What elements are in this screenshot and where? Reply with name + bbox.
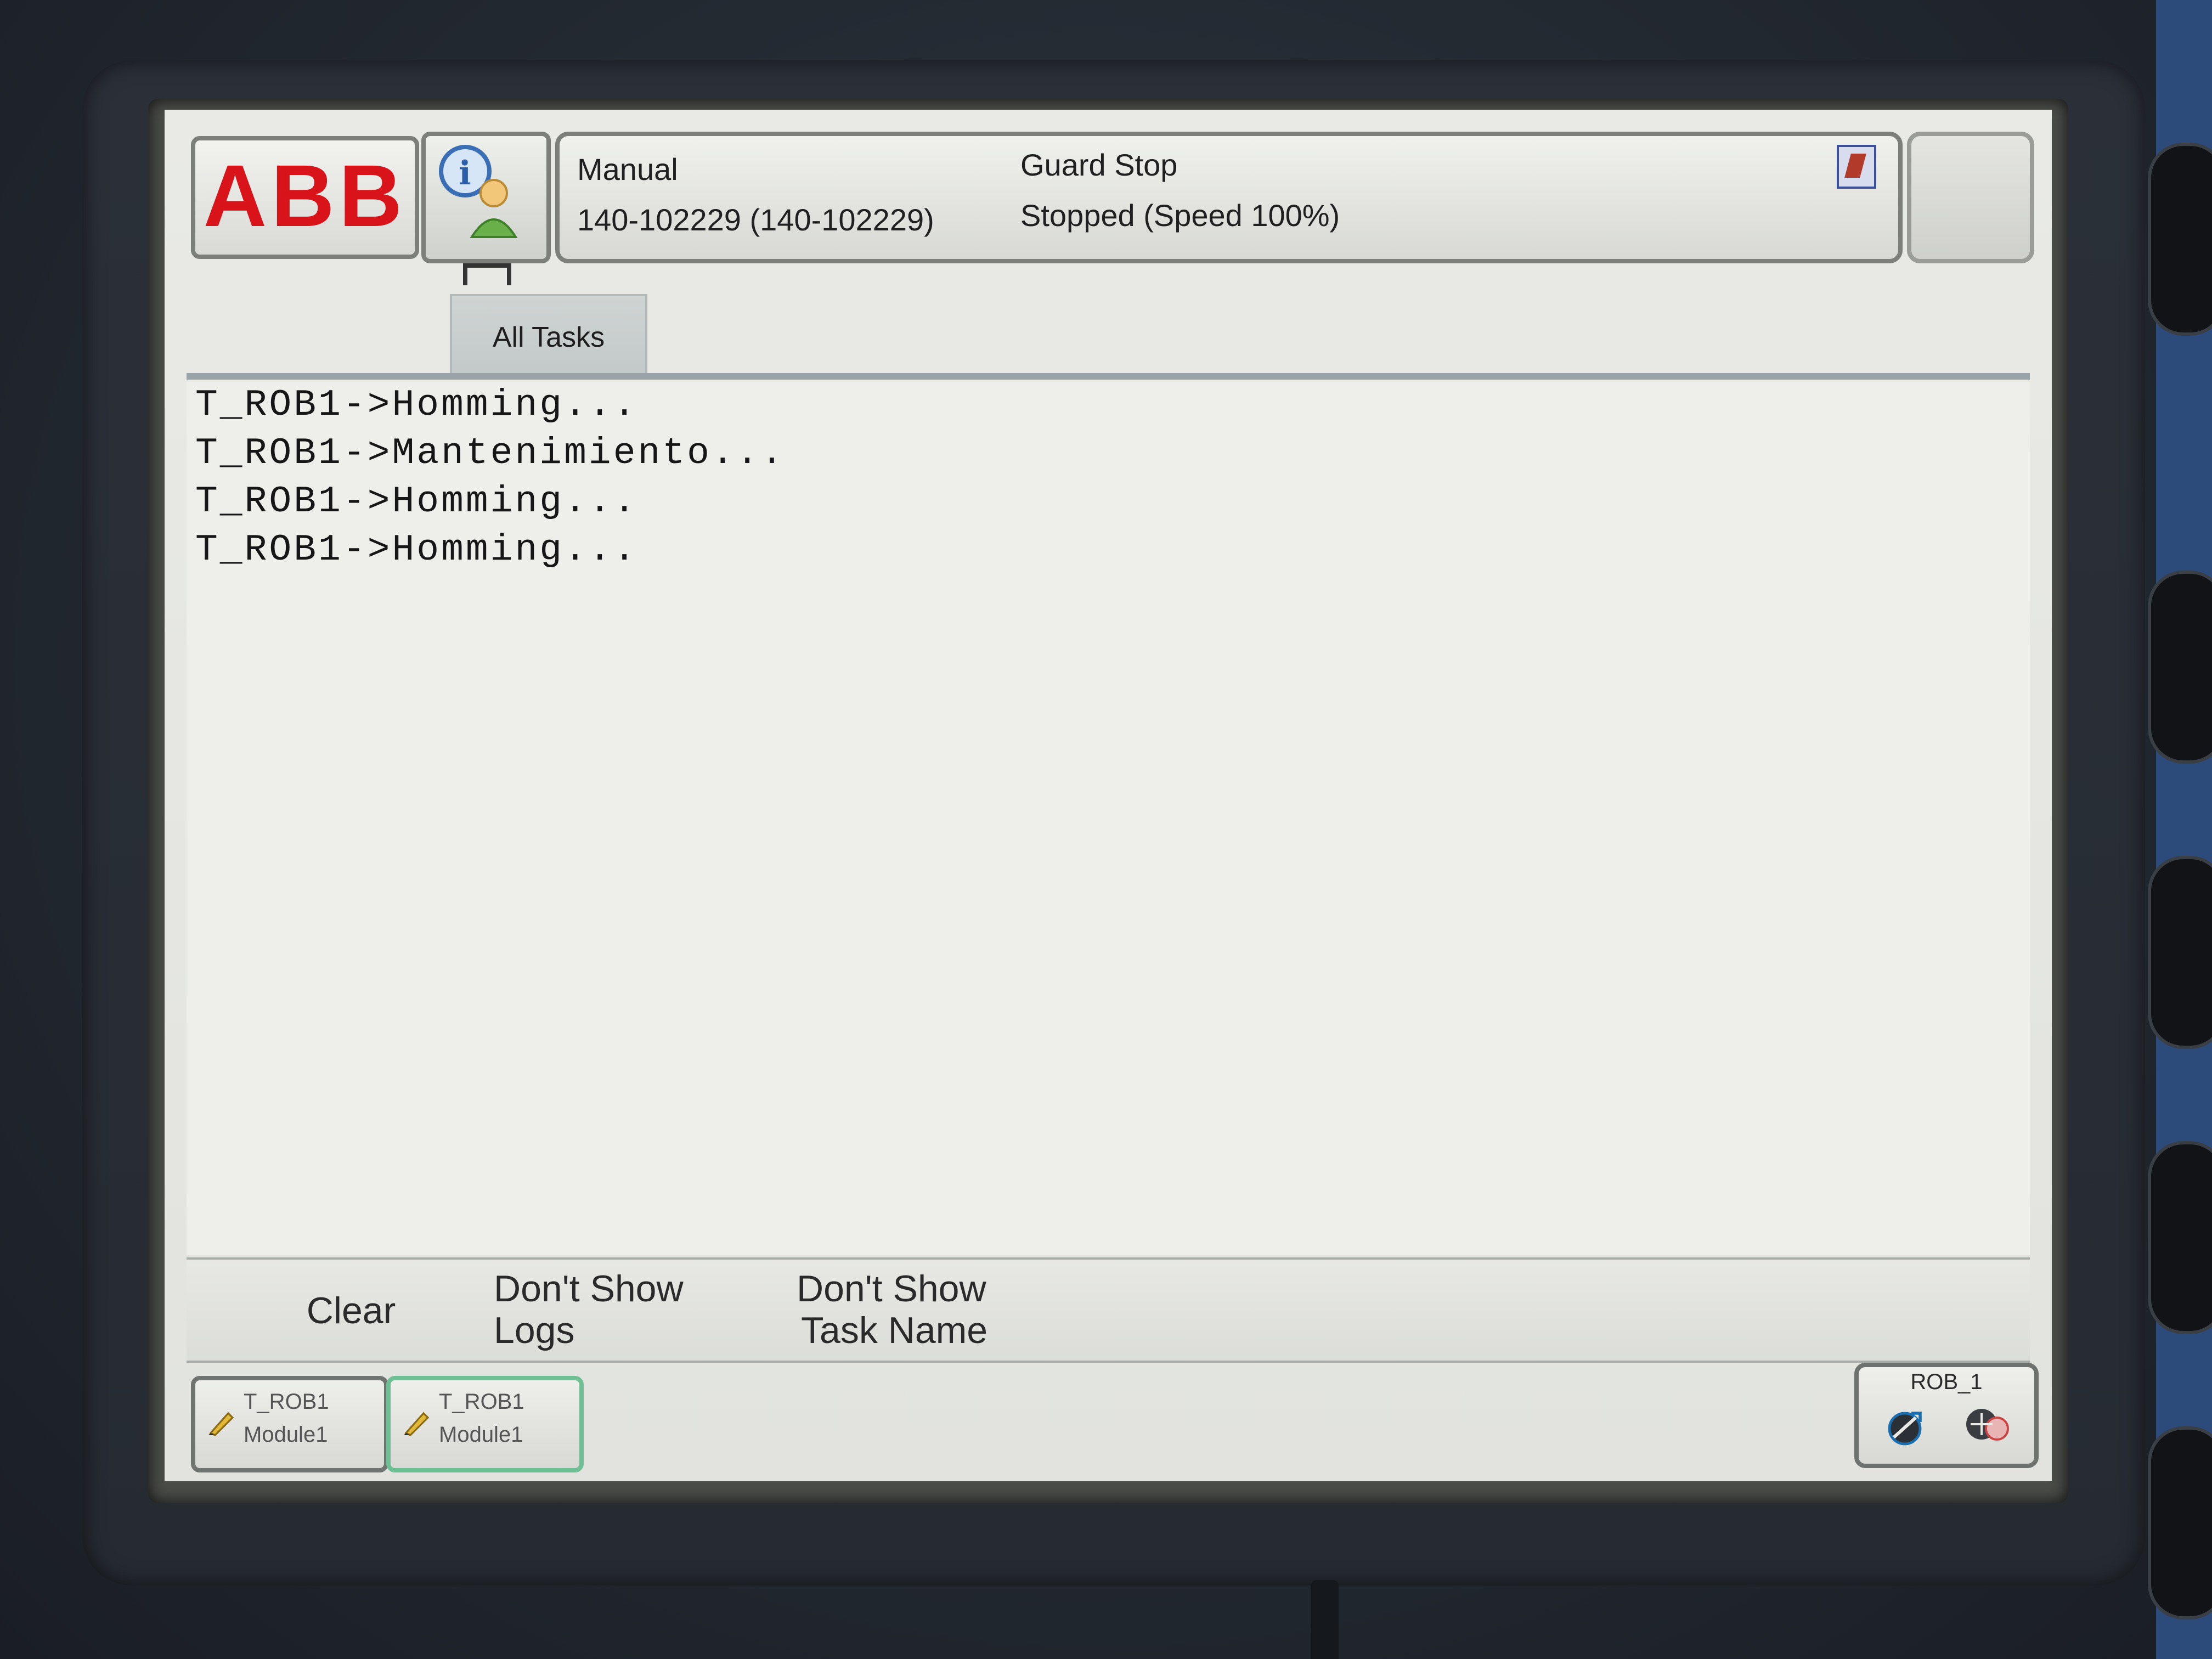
tab-label: All Tasks — [492, 319, 605, 352]
task-name: T_ROB1 — [244, 1391, 329, 1415]
dont-show-logs-line2: Logs — [494, 1310, 575, 1352]
mechanical-unit-button[interactable]: ROB_1 — [1854, 1363, 2039, 1468]
dont-show-task-name-button[interactable]: Don't Show Task Name — [797, 1260, 1082, 1361]
quickset-button[interactable] — [1907, 132, 2034, 263]
close-window-icon[interactable] — [1837, 145, 1876, 189]
taskbar-item-t-rob1-module1-active[interactable]: T_ROB1 Module1 — [386, 1376, 584, 1472]
safety-state: Guard Stop — [1020, 147, 1178, 182]
operating-mode: Manual — [577, 151, 678, 187]
hardware-key-2[interactable] — [2148, 571, 2212, 764]
abb-menu-button[interactable]: ABB — [191, 136, 419, 259]
tool-coordinate-icon — [1966, 1409, 2009, 1441]
robot-joint-icon — [1888, 1412, 1922, 1446]
hardware-key-5[interactable] — [2148, 1426, 2212, 1620]
clear-button[interactable]: Clear — [230, 1260, 472, 1361]
clear-label: Clear — [306, 1289, 396, 1331]
tab-all-tasks[interactable]: All Tasks — [450, 294, 647, 375]
log-output-area[interactable]: T_ROB1->Homming... T_ROB1->Mantenimiento… — [187, 382, 2030, 1255]
module-name: Module1 — [244, 1424, 328, 1448]
command-bar: Clear Don't Show Logs Don't Show Task Na… — [187, 1257, 2030, 1363]
controller-name: 140-102229 (140-102229) — [577, 202, 934, 237]
dont-show-logs-button[interactable]: Don't Show Logs — [494, 1260, 779, 1361]
task-name: T_ROB1 — [439, 1391, 524, 1415]
log-line: T_ROB1->Homming... — [195, 483, 638, 524]
dont-show-task-line2: Task Name — [801, 1310, 988, 1352]
operator-info-icon: i — [439, 145, 518, 238]
module-name: Module1 — [439, 1424, 523, 1448]
tab-connector — [463, 263, 511, 285]
status-bar[interactable]: Manual 140-102229 (140-102229) Guard Sto… — [555, 132, 1903, 263]
flexpendant-screen: ABB i Manual 140-102229 (140-102229) Gua… — [165, 110, 2052, 1481]
bottom-notch — [1311, 1580, 1339, 1659]
hardware-key-4[interactable] — [2148, 1141, 2212, 1334]
edit-pencil-icon — [208, 1412, 234, 1436]
svg-text:i: i — [459, 154, 471, 193]
event-info-button[interactable]: i — [421, 132, 551, 263]
taskbar-item-t-rob1-module1[interactable]: T_ROB1 Module1 — [191, 1376, 388, 1472]
log-line: T_ROB1->Mantenimiento... — [195, 435, 786, 476]
ui-stage: ABB i Manual 140-102229 (140-102229) Gua… — [165, 110, 2052, 1481]
mech-unit-label: ROB_1 — [1910, 1372, 1983, 1396]
hardware-key-1[interactable] — [2148, 143, 2212, 336]
tab-divider — [187, 373, 2030, 380]
log-line: T_ROB1->Homming... — [195, 386, 638, 428]
run-state: Stopped (Speed 100%) — [1020, 198, 1340, 233]
dont-show-task-line1: Don't Show — [797, 1268, 986, 1310]
hardware-key-3[interactable] — [2148, 856, 2212, 1049]
edit-pencil-icon — [404, 1412, 430, 1436]
log-line: T_ROB1->Homming... — [195, 531, 638, 573]
dont-show-logs-line1: Don't Show — [494, 1268, 684, 1310]
abb-logo-text: ABB — [203, 149, 407, 246]
